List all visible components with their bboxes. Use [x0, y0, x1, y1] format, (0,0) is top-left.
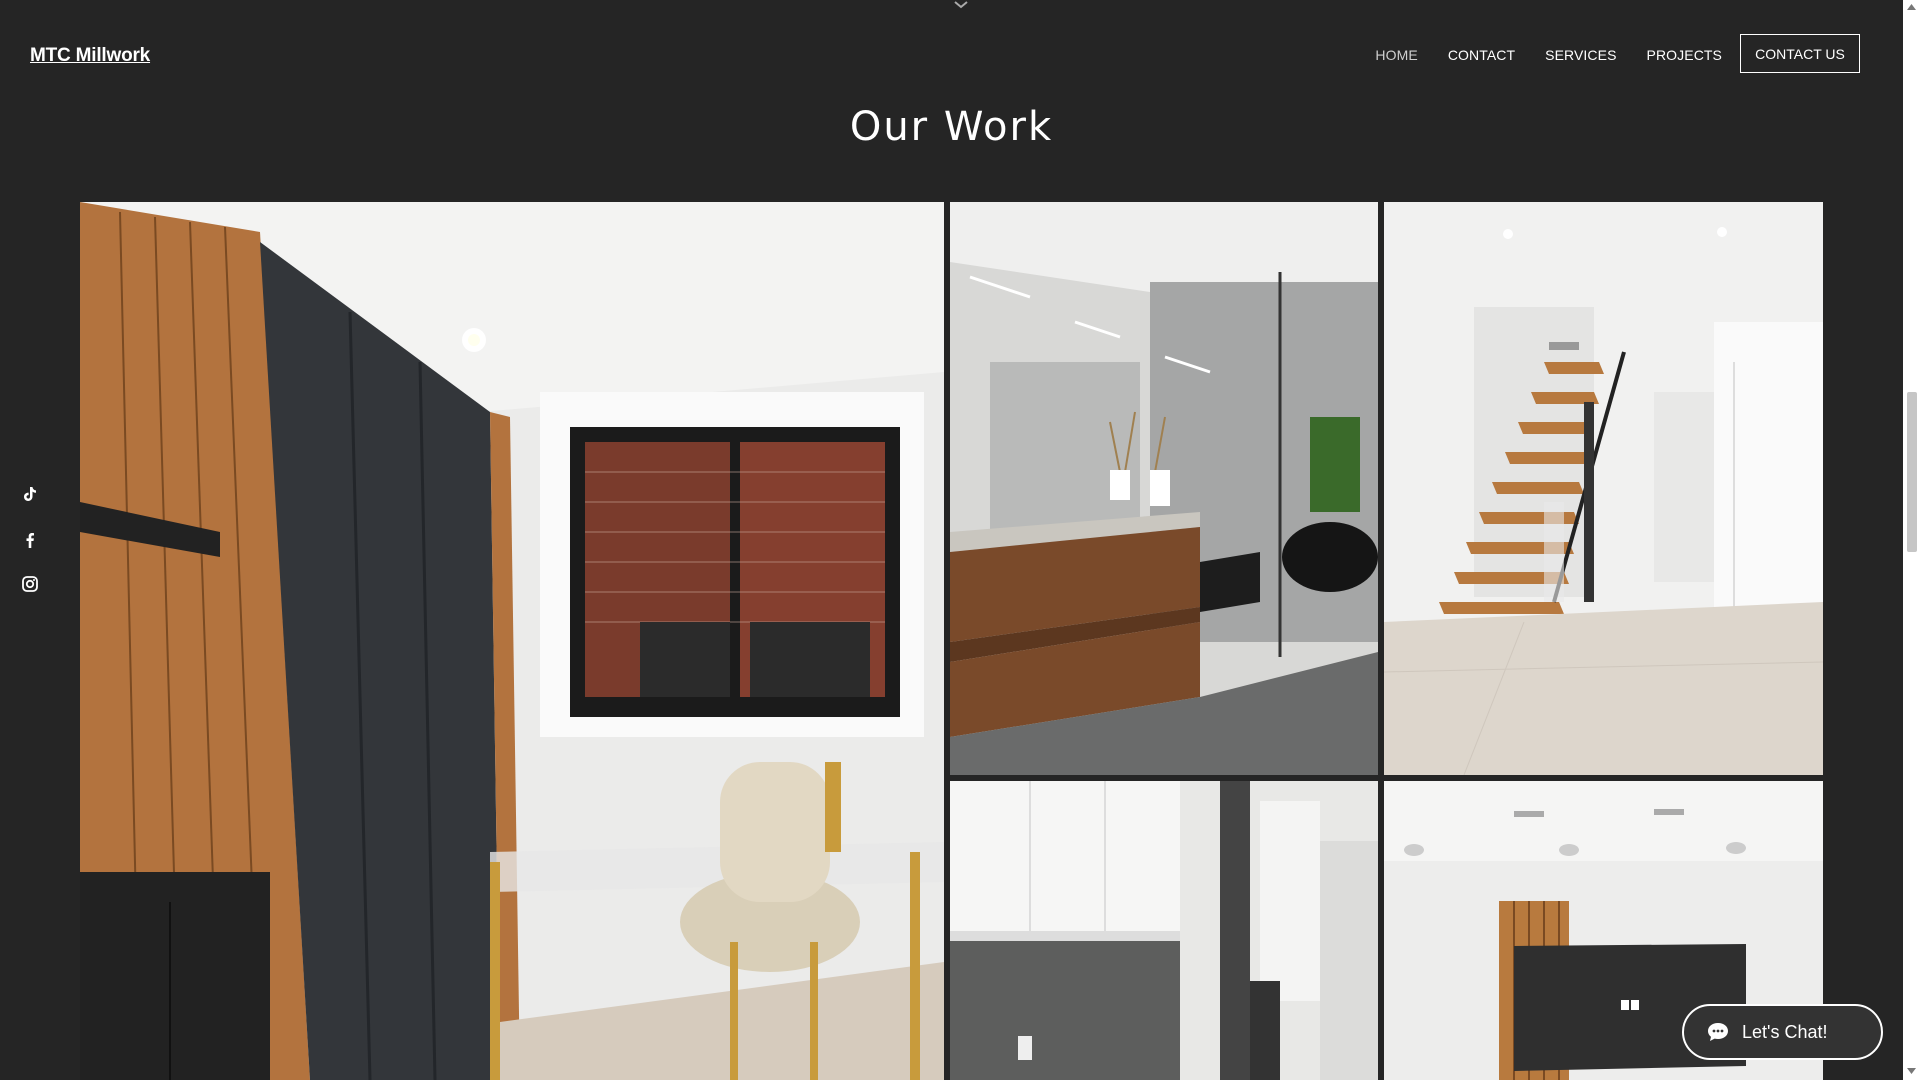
nav-home[interactable]: HOME	[1375, 47, 1417, 63]
facebook-icon[interactable]	[20, 530, 40, 550]
site-logo[interactable]: MTC Millwork	[30, 45, 150, 67]
nav-contact[interactable]: CONTACT	[1448, 47, 1515, 63]
home-office-photo[interactable]	[80, 202, 944, 1080]
contact-us-button[interactable]: CONTACT US	[1740, 34, 1860, 73]
instagram-icon[interactable]	[20, 574, 40, 594]
staircase-photo[interactable]	[1384, 202, 1823, 775]
chat-label: Let's Chat!	[1742, 1021, 1828, 1042]
tiktok-icon[interactable]	[20, 484, 40, 504]
collapse-chevron-icon[interactable]	[950, 0, 972, 10]
scrollbar-thumb[interactable]	[1907, 392, 1917, 552]
section-title: Our Work	[849, 104, 1054, 150]
scroll-down-arrow-icon[interactable]	[1907, 1068, 1916, 1074]
scroll-up-arrow-icon[interactable]	[1907, 4, 1916, 10]
chat-bubble-icon	[1708, 1023, 1728, 1041]
main-nav: HOME CONTACT SERVICES PROJECTS	[1375, 47, 1722, 63]
nav-projects[interactable]: PROJECTS	[1647, 47, 1722, 63]
bathroom-vanity-photo[interactable]	[950, 202, 1378, 775]
chat-button[interactable]: Let's Chat!	[1682, 1004, 1883, 1060]
kitchen-photo[interactable]	[950, 781, 1378, 1080]
nav-services[interactable]: SERVICES	[1545, 47, 1616, 63]
